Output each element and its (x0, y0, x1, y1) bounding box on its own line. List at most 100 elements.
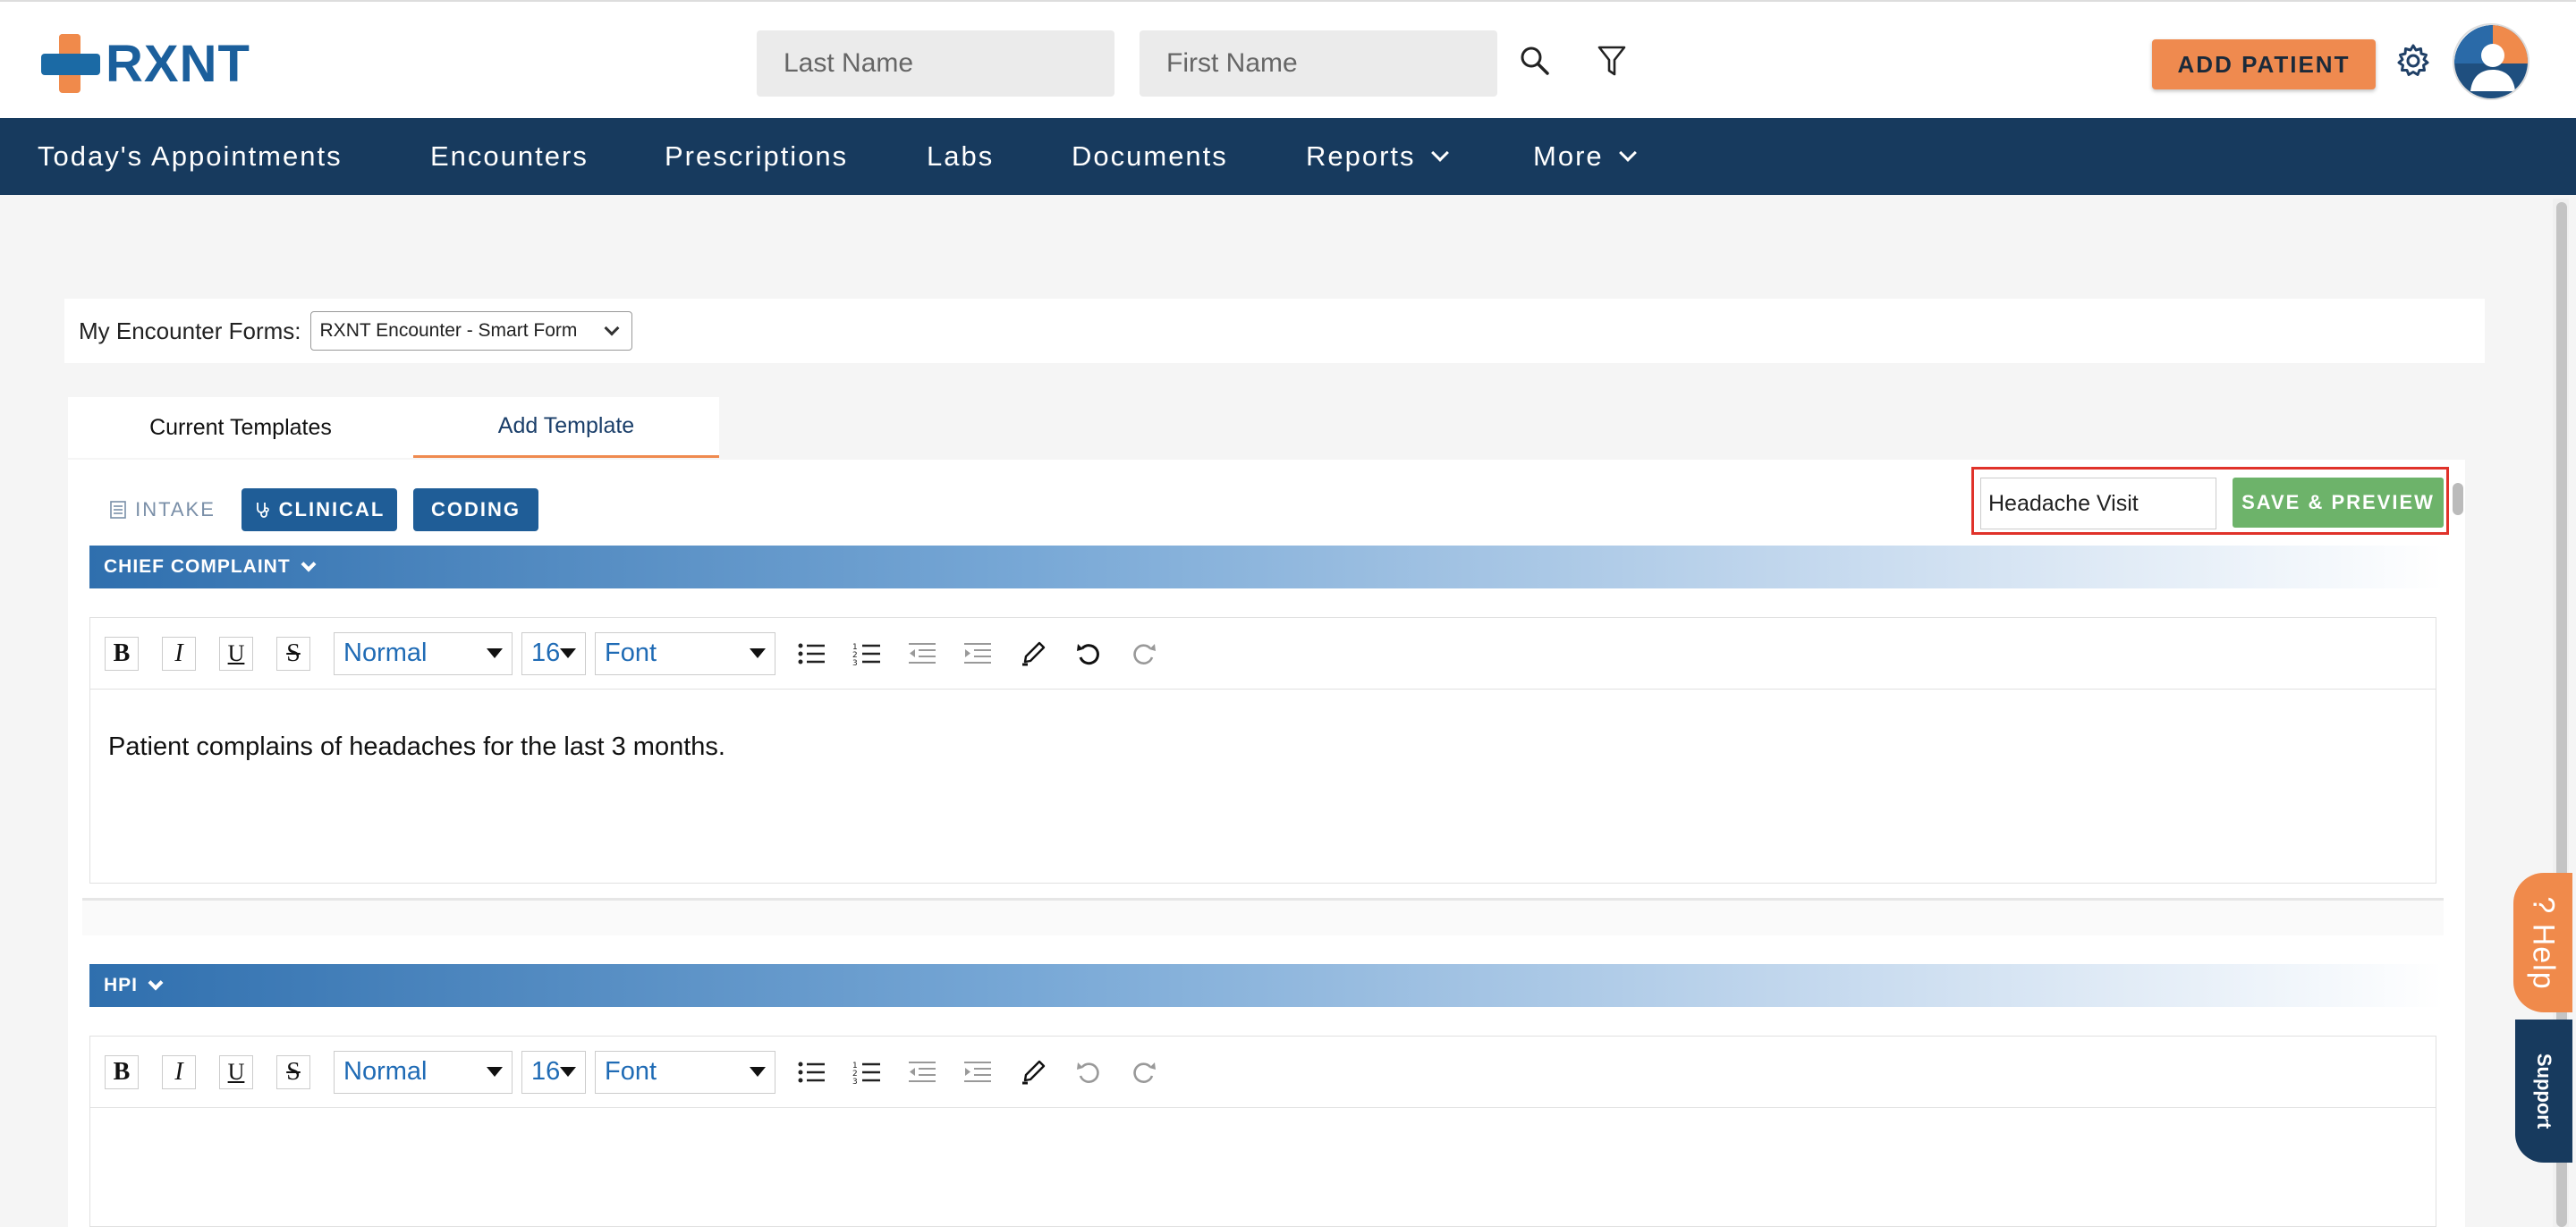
help-widget[interactable]: ? Help (2513, 873, 2572, 1012)
numbered-list-icon[interactable]: 123 (849, 1054, 885, 1090)
chevron-down-icon (604, 320, 620, 336)
undo-icon[interactable] (1071, 1054, 1106, 1090)
chevron-down-icon (1618, 144, 1637, 162)
nav-reports[interactable]: Reports (1306, 138, 1449, 175)
redo-icon[interactable] (1126, 636, 1162, 672)
logo-text: RXNT (106, 34, 250, 93)
chevron-down-icon (1430, 144, 1449, 162)
indent-icon[interactable] (960, 1054, 996, 1090)
nav-label: Encounters (430, 140, 589, 172)
editor-toolbar: B I U S Normal 16 Font 123 (90, 1037, 2436, 1108)
chevron-down-icon (301, 556, 317, 572)
support-widget[interactable]: Support (2515, 1020, 2572, 1163)
caret-down-icon (487, 648, 503, 658)
undo-icon[interactable] (1071, 636, 1106, 672)
nav-prescriptions[interactable]: Prescriptions (665, 138, 848, 175)
logo-cross-icon (41, 34, 100, 93)
hpi-editor: B I U S Normal 16 Font 123 (89, 1036, 2436, 1227)
tab-add-template[interactable]: Add Template (413, 397, 719, 458)
add-patient-button[interactable]: ADD PATIENT (2152, 39, 2376, 89)
bold-button[interactable]: B (105, 1054, 139, 1089)
caret-down-icon (750, 1067, 766, 1077)
highlighter-icon[interactable] (1015, 636, 1051, 672)
hpi-header[interactable]: HPI (89, 964, 2444, 1007)
caret-down-icon (560, 1067, 577, 1077)
nav-label: Labs (927, 140, 995, 172)
encounter-forms-row: My Encounter Forms: RXNT Encounter - Sma… (64, 299, 2485, 363)
outdent-icon[interactable] (904, 1054, 940, 1090)
redo-icon[interactable] (1126, 1054, 1162, 1090)
paragraph-style-value: Normal (343, 639, 428, 667)
underline-button[interactable]: U (219, 1054, 253, 1089)
first-name-input[interactable] (1140, 30, 1497, 97)
encounter-forms-label: My Encounter Forms: (79, 317, 301, 344)
italic-button[interactable]: I (162, 1054, 196, 1089)
font-size-select[interactable]: 16 (521, 1050, 586, 1094)
intake-button[interactable]: INTAKE (109, 488, 216, 531)
numbered-list-icon[interactable]: 123 (849, 636, 885, 672)
nav-todays-appointments[interactable]: Today's Appointments (38, 138, 343, 175)
italic-button[interactable]: I (162, 636, 196, 671)
encounter-forms-select[interactable]: RXNT Encounter - Smart Form (309, 311, 632, 351)
tab-current-templates[interactable]: Current Templates (68, 397, 413, 458)
font-size-value: 16 (531, 1057, 561, 1086)
user-avatar[interactable] (2453, 23, 2529, 100)
nav-label: More (1533, 140, 1604, 172)
section-type-tabs: INTAKE CLINICAL CODING (109, 488, 538, 531)
strikethrough-button[interactable]: S (276, 1054, 310, 1089)
last-name-input[interactable] (757, 30, 1114, 97)
coding-button[interactable]: CODING (413, 488, 538, 531)
nav-more[interactable]: More (1533, 138, 1637, 175)
nav-documents[interactable]: Documents (1072, 138, 1228, 175)
template-name-value: Headache Visit (1988, 490, 2139, 516)
caret-down-icon (487, 1067, 503, 1077)
section-separator (82, 898, 2444, 935)
encounter-forms-selected: RXNT Encounter - Smart Form (319, 320, 578, 341)
font-size-select[interactable]: 16 (521, 631, 586, 675)
bold-button[interactable]: B (105, 636, 139, 671)
font-family-value: Font (605, 639, 657, 667)
rxnt-logo[interactable]: RXNT (41, 32, 250, 95)
nav-labs[interactable]: Labs (927, 138, 994, 175)
nav-label: Prescriptions (665, 140, 849, 172)
font-family-select[interactable]: Font (595, 1050, 775, 1094)
clinical-button[interactable]: CLINICAL (242, 488, 397, 531)
tab-label: Current Templates (149, 414, 332, 440)
font-family-select[interactable]: Font (595, 631, 775, 675)
highlighter-icon[interactable] (1015, 1054, 1051, 1090)
bullet-list-icon[interactable] (793, 1054, 829, 1090)
help-label: ? Help (2526, 895, 2561, 990)
filter-icon[interactable] (1589, 38, 1635, 84)
template-name-input[interactable]: Headache Visit (1980, 478, 2216, 529)
hpi-text[interactable] (90, 1108, 2436, 1194)
intake-label: INTAKE (135, 498, 216, 520)
nav-encounters[interactable]: Encounters (430, 138, 589, 175)
strikethrough-button[interactable]: S (276, 636, 310, 671)
paragraph-style-select[interactable]: Normal (334, 1050, 513, 1094)
list-icon (110, 501, 126, 519)
nav-label: Today's Appointments (38, 140, 343, 172)
section-title: HPI (104, 975, 139, 995)
svg-text:3: 3 (852, 1078, 858, 1085)
top-header: RXNT ADD PATIENT (0, 0, 2576, 118)
chief-complaint-header[interactable]: CHIEF COMPLAINT (89, 546, 2444, 588)
chief-complaint-text[interactable]: Patient complains of headaches for the l… (90, 690, 2436, 805)
gear-icon[interactable] (2390, 38, 2436, 84)
search-icon[interactable] (1512, 38, 1558, 84)
indent-icon[interactable] (960, 636, 996, 672)
tab-label: Add Template (497, 413, 635, 438)
nav-label: Reports (1306, 140, 1416, 172)
main-navbar: Today's Appointments Encounters Prescrip… (0, 118, 2576, 195)
outdent-icon[interactable] (904, 636, 940, 672)
paragraph-style-select[interactable]: Normal (334, 631, 513, 675)
clinical-label: CLINICAL (278, 498, 386, 520)
save-preview-button[interactable]: SAVE & PREVIEW (2233, 478, 2444, 528)
font-family-value: Font (605, 1057, 657, 1086)
underline-button[interactable]: U (219, 636, 253, 671)
support-label: Support (2533, 1053, 2556, 1130)
caret-down-icon (560, 648, 577, 658)
editor-toolbar: B I U S Normal 16 Font 123 (90, 618, 2436, 690)
panel-scrollbar-thumb[interactable] (2453, 483, 2463, 515)
bullet-list-icon[interactable] (793, 636, 829, 672)
section-title: CHIEF COMPLAINT (104, 556, 291, 577)
